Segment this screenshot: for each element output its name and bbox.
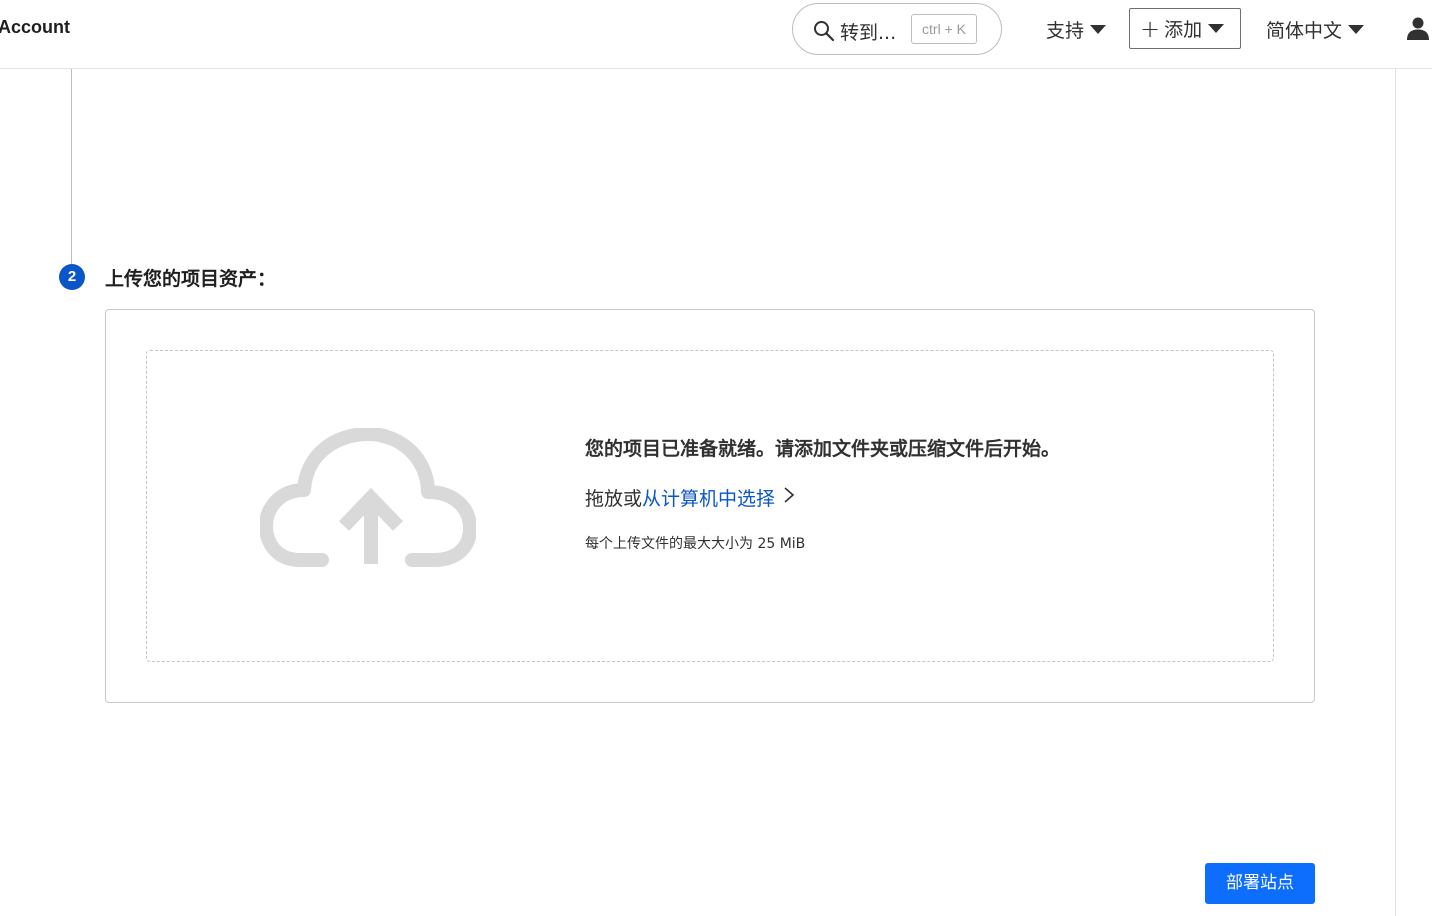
language-label: 简体中文 [1266, 20, 1343, 42]
caret-down-icon [1208, 24, 1225, 33]
search-button[interactable]: 转到... ctrl + K [792, 3, 1002, 55]
choose-from-computer-link[interactable]: 从计算机中选择 [642, 484, 775, 511]
upload-card: 您的项目已准备就绪。请添加文件夹或压缩文件后开始。 拖放或 从计算机中选择 每个… [105, 309, 1315, 703]
deploy-site-button[interactable]: 部署站点 [1205, 863, 1315, 904]
support-menu[interactable]: 支持 [1046, 16, 1107, 43]
max-size-note: 每个上传文件的最大大小为 25 MiB [585, 536, 806, 552]
support-label: 支持 [1046, 20, 1085, 42]
drag-drop-text: 拖放或 [585, 488, 643, 510]
search-icon [813, 20, 835, 46]
dropzone-heading: 您的项目已准备就绪。请添加文件夹或压缩文件后开始。 [585, 438, 1061, 460]
cloud-upload-icon [259, 427, 477, 572]
add-menu-button[interactable]: + 添加 [1129, 8, 1241, 49]
chevron-right-icon[interactable] [783, 486, 795, 509]
add-label: 添加 [1164, 19, 1203, 41]
step-number-badge: 2 [59, 264, 85, 290]
caret-down-icon [1090, 25, 1107, 34]
search-label: 转到... [840, 22, 897, 44]
content-right-border [1395, 69, 1396, 916]
plus-icon: + [1140, 14, 1161, 43]
keyboard-shortcut-badge: ctrl + K [911, 14, 977, 44]
account-title: Account [0, 17, 70, 37]
step-connector-line [71, 69, 72, 265]
dropzone-action: 拖放或 从计算机中选择 [585, 484, 795, 511]
caret-down-icon [1348, 25, 1365, 34]
step-title: 上传您的项目资产： [105, 268, 277, 290]
top-bar: Account 转到... ctrl + K 支持 + 添加 简体中文 [0, 0, 1432, 69]
file-dropzone[interactable]: 您的项目已准备就绪。请添加文件夹或压缩文件后开始。 拖放或 从计算机中选择 每个… [146, 350, 1274, 662]
language-menu[interactable]: 简体中文 [1266, 16, 1365, 43]
user-icon[interactable] [1406, 16, 1430, 44]
